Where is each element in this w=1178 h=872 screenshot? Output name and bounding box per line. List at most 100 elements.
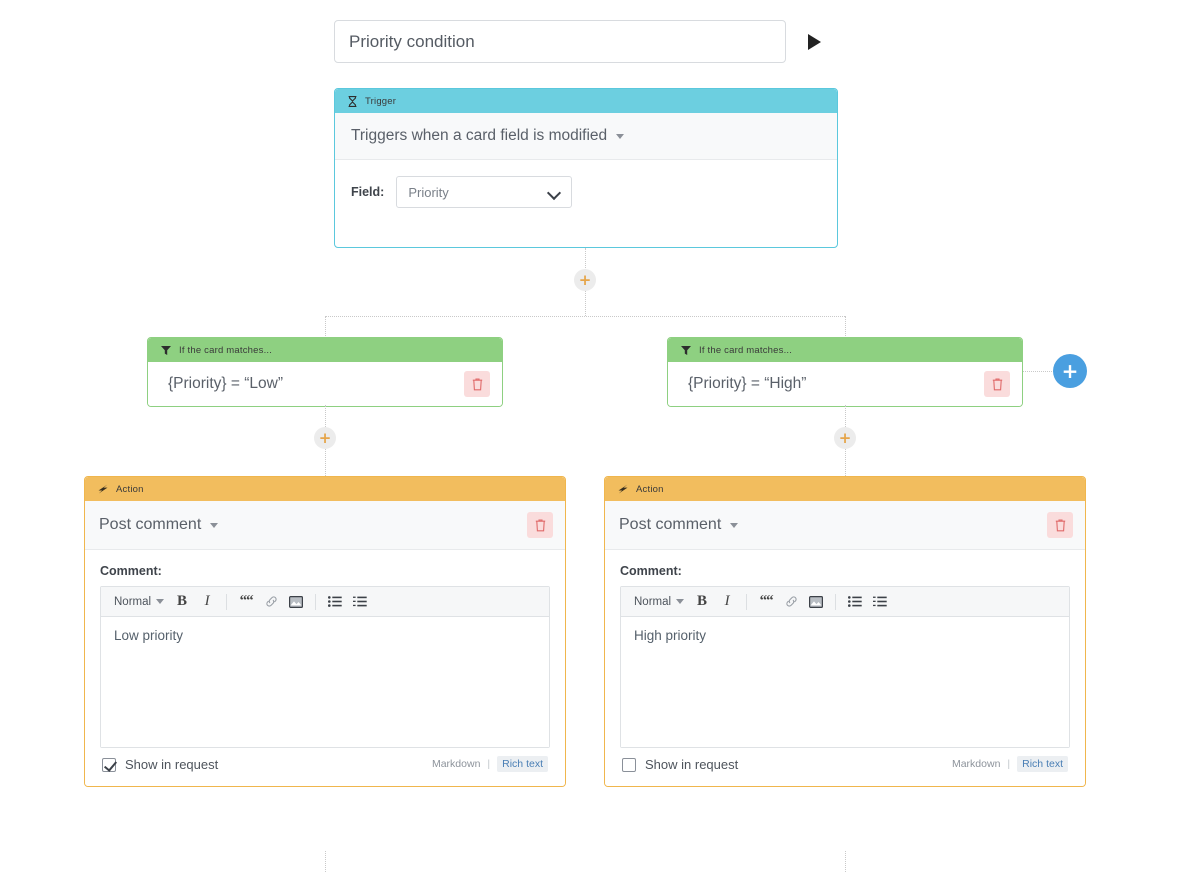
rich-text-option[interactable]: Rich text xyxy=(497,756,548,772)
comment-text-area[interactable]: High priority xyxy=(621,617,1069,747)
delete-action-button[interactable] xyxy=(1047,512,1073,538)
rich-text-option[interactable]: Rich text xyxy=(1017,756,1068,772)
chevron-down-icon xyxy=(156,599,165,604)
trigger-field-value: Priority xyxy=(408,184,449,200)
action-type-selector[interactable]: Post comment xyxy=(99,516,219,534)
hourglass-icon xyxy=(348,95,357,107)
connector-trigger-to-split xyxy=(585,291,586,316)
connector-split-right xyxy=(845,316,846,338)
delete-action-button[interactable] xyxy=(527,512,553,538)
trigger-event-label: Triggers when a card field is modified xyxy=(351,127,608,144)
text-style-dropdown[interactable]: Normal xyxy=(110,591,168,613)
link-icon[interactable] xyxy=(260,591,282,613)
rule-name-input[interactable] xyxy=(334,20,786,63)
chevron-down-icon xyxy=(210,522,219,528)
checkbox-box xyxy=(102,757,116,772)
connector-add-branch xyxy=(1023,371,1054,372)
show-in-request-checkbox[interactable]: Show in request xyxy=(102,757,218,772)
play-icon[interactable] xyxy=(808,33,821,50)
bold-icon[interactable]: B xyxy=(691,591,713,613)
editor-toolbar: Normal B I ““ xyxy=(101,587,549,617)
chevron-down-icon xyxy=(730,522,739,528)
bullet-list-icon[interactable] xyxy=(844,591,866,613)
condition-body[interactable]: {Priority} = “High” xyxy=(668,362,1022,406)
action-card-header-label: Action xyxy=(636,483,664,495)
rich-text-editor: Normal B I ““ xyxy=(100,586,550,748)
markdown-option[interactable]: Markdown xyxy=(432,758,480,770)
filter-icon xyxy=(161,345,171,355)
bold-icon[interactable]: B xyxy=(171,591,193,613)
show-in-request-checkbox[interactable]: Show in request xyxy=(622,757,738,772)
show-in-request-label: Show in request xyxy=(645,757,739,772)
connector-node-to-action-right xyxy=(845,449,846,476)
filter-icon xyxy=(681,345,691,355)
text-style-value: Normal xyxy=(114,595,152,608)
connector-node-to-action-left xyxy=(325,449,326,476)
action-card-header-label: Action xyxy=(116,483,144,495)
action-type-label: Post comment xyxy=(619,516,722,533)
action-type-row: Post comment xyxy=(85,501,565,550)
connector-condition-down-right xyxy=(845,405,846,427)
action-card: Action Post comment Comment: Normal B I … xyxy=(84,476,566,787)
italic-icon[interactable]: I xyxy=(196,591,218,613)
trigger-card-header: Trigger xyxy=(335,89,837,113)
condition-expression: {Priority} = “Low” xyxy=(168,375,284,392)
action-body: Comment: Normal B I ““ xyxy=(605,550,1085,786)
chevron-down-icon xyxy=(676,599,685,604)
toolbar-divider xyxy=(315,593,317,610)
connector-action-down-right xyxy=(845,851,846,872)
action-footer: Show in request Markdown | Rich text xyxy=(100,748,550,774)
action-card-header: Action xyxy=(605,477,1085,501)
format-divider: | xyxy=(487,758,491,770)
trigger-card-header-label: Trigger xyxy=(365,95,397,107)
add-step-node-branch-1[interactable]: + xyxy=(314,427,336,449)
condition-card-header: If the card matches... xyxy=(148,338,502,362)
ordered-list-icon[interactable] xyxy=(869,591,891,613)
chevron-down-icon xyxy=(549,187,560,198)
trigger-field-label: Field: xyxy=(351,185,385,199)
bolt-icon xyxy=(98,484,108,494)
condition-expression: {Priority} = “High” xyxy=(688,375,807,392)
action-footer: Show in request Markdown | Rich text xyxy=(620,748,1070,774)
toolbar-divider xyxy=(226,593,228,610)
connector-branch-split xyxy=(325,316,845,317)
image-icon[interactable] xyxy=(285,591,307,613)
format-toggle: Markdown | Rich text xyxy=(952,756,1068,772)
trigger-field-row: Field: Priority xyxy=(335,160,837,208)
bolt-icon xyxy=(618,484,628,494)
checkbox-box xyxy=(622,757,636,772)
condition-body[interactable]: {Priority} = “Low” xyxy=(148,362,502,406)
markdown-option[interactable]: Markdown xyxy=(952,758,1000,770)
chevron-down-icon xyxy=(616,133,625,139)
trigger-card: Trigger Triggers when a card field is mo… xyxy=(334,88,838,248)
blockquote-icon[interactable]: ““ xyxy=(235,591,257,613)
trigger-event-selector[interactable]: Triggers when a card field is modified xyxy=(335,113,837,160)
format-toggle: Markdown | Rich text xyxy=(432,756,548,772)
condition-card: If the card matches... {Priority} = “Hig… xyxy=(667,337,1023,407)
comment-field-label: Comment: xyxy=(100,564,162,578)
trigger-field-select[interactable]: Priority xyxy=(396,176,573,208)
blockquote-icon[interactable]: ““ xyxy=(755,591,777,613)
comment-field-label: Comment: xyxy=(620,564,682,578)
automation-rule-canvas: Trigger Triggers when a card field is mo… xyxy=(0,0,1178,872)
condition-card-header-label: If the card matches... xyxy=(179,344,273,356)
add-branch-button[interactable]: + xyxy=(1053,354,1087,388)
format-divider: | xyxy=(1007,758,1011,770)
connector-split-left xyxy=(325,316,326,338)
toolbar-divider xyxy=(746,593,748,610)
connector-condition-down-left xyxy=(325,405,326,427)
italic-icon[interactable]: I xyxy=(716,591,738,613)
delete-condition-button[interactable] xyxy=(464,371,490,397)
add-step-node-trigger[interactable]: + xyxy=(574,269,596,291)
ordered-list-icon[interactable] xyxy=(349,591,371,613)
text-style-dropdown[interactable]: Normal xyxy=(630,591,688,613)
toolbar-divider xyxy=(835,593,837,610)
image-icon[interactable] xyxy=(805,591,827,613)
add-step-node-branch-2[interactable]: + xyxy=(834,427,856,449)
link-icon[interactable] xyxy=(780,591,802,613)
delete-condition-button[interactable] xyxy=(984,371,1010,397)
bullet-list-icon[interactable] xyxy=(324,591,346,613)
comment-text-area[interactable]: Low priority xyxy=(101,617,549,747)
action-card: Action Post comment Comment: Normal B I … xyxy=(604,476,1086,787)
action-type-selector[interactable]: Post comment xyxy=(619,516,739,534)
